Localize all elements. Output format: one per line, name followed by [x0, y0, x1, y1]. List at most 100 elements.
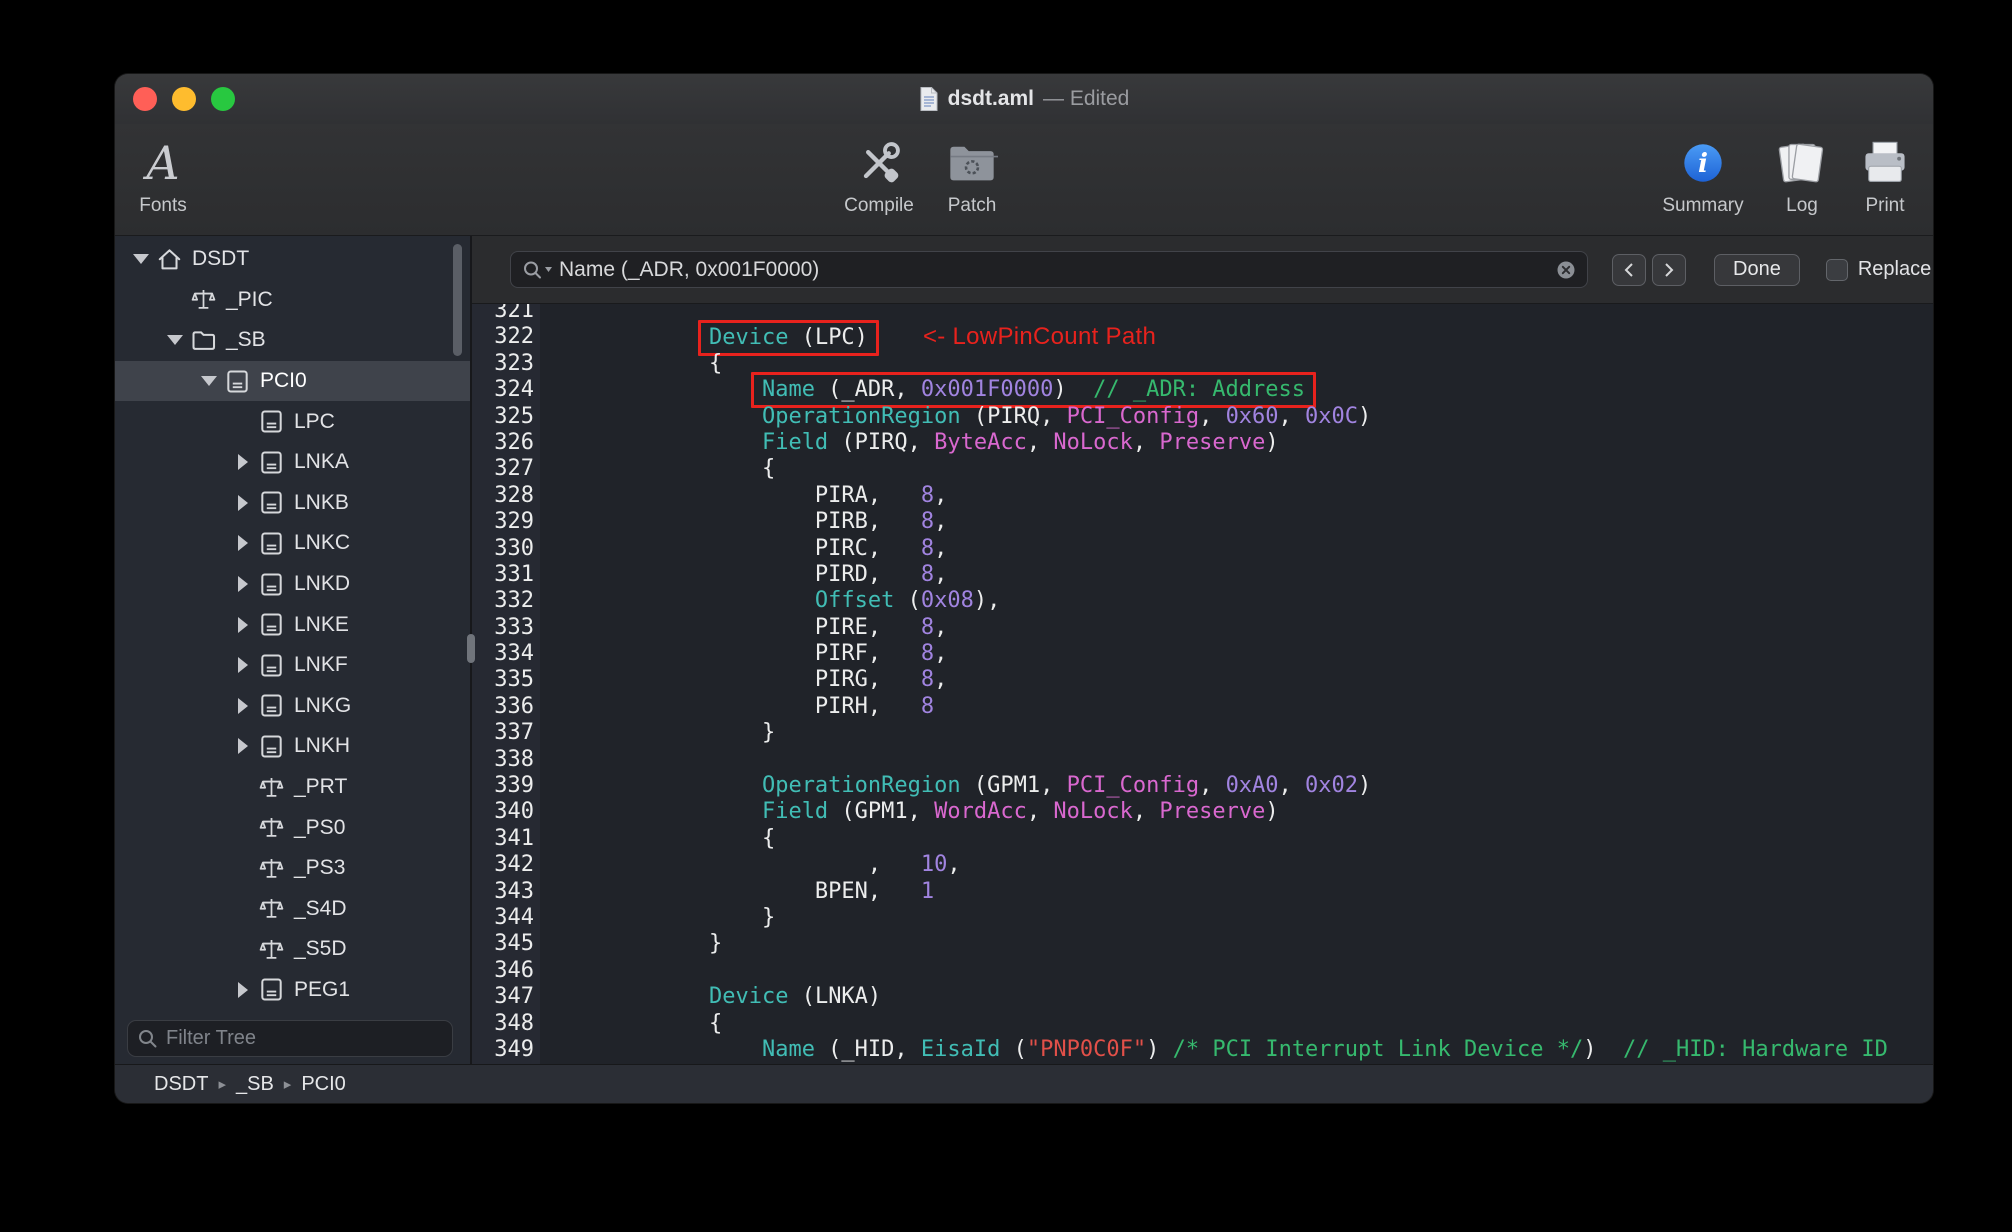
sidebar-item-sb[interactable]: _SB: [115, 320, 470, 361]
code-line-342[interactable]: , 10,: [603, 852, 1933, 878]
disclosure-closed-icon[interactable]: [231, 483, 255, 524]
line-number-gutter: 321 322 323 324 325 326 327 328 329 330 331 332 333 3…: [472, 304, 540, 1064]
code-line-348[interactable]: {: [603, 1011, 1933, 1037]
clear-search-button[interactable]: [1555, 259, 1577, 281]
filter-tree-field[interactable]: Filter Tree: [127, 1020, 453, 1057]
sidebar-item-lpc[interactable]: LPC: [115, 401, 470, 442]
find-next-button[interactable]: [1652, 253, 1686, 286]
code-line-337[interactable]: }: [603, 720, 1933, 746]
sidebar-item-peg1[interactable]: PEG1: [115, 970, 470, 1011]
summary-button[interactable]: i Summary: [1653, 132, 1753, 217]
code-line-338[interactable]: [603, 747, 1933, 773]
breadcrumb-item[interactable]: _SB: [236, 1073, 274, 1096]
code-line-328[interactable]: PIRA, 8,: [603, 483, 1933, 509]
disclosure-closed-icon[interactable]: [231, 604, 255, 645]
fonts-button[interactable]: A Fonts: [129, 132, 197, 217]
log-button[interactable]: Log: [1767, 132, 1837, 217]
zoom-button[interactable]: [211, 87, 235, 111]
patch-button[interactable]: Patch: [932, 132, 1012, 217]
sidebar-scrollbar-thumb[interactable]: [453, 244, 462, 356]
log-label: Log: [1786, 195, 1818, 216]
search-field[interactable]: Name (_ADR, 0x001F0000): [510, 251, 1588, 288]
code-token: 8: [920, 561, 935, 587]
disclosure-closed-icon[interactable]: [231, 564, 255, 605]
split-handle[interactable]: [467, 634, 475, 663]
sidebar-item-dsdt[interactable]: DSDT: [115, 239, 470, 280]
breadcrumb-item[interactable]: DSDT: [154, 1073, 208, 1096]
sidebar-item-s5d[interactable]: _S5D: [115, 929, 470, 970]
code-line-343[interactable]: BPEN, 1: [603, 879, 1933, 905]
code-token: {: [603, 456, 776, 482]
search-query[interactable]: Name (_ADR, 0x001F0000): [559, 258, 1551, 282]
code-line-326[interactable]: Field (PIRQ, ByteAcc, NoLock, Preserve): [603, 430, 1933, 456]
code-line-341[interactable]: {: [603, 826, 1933, 852]
code-area[interactable]: Device (LPC) <- LowPinCount Path { Name (…: [540, 304, 1933, 1064]
sidebar-item-ps0[interactable]: _PS0: [115, 807, 470, 848]
code-token: 8: [920, 693, 935, 719]
breadcrumb-item[interactable]: PCI0: [301, 1073, 345, 1096]
code-line-349[interactable]: Name (_HID, EisaId ("PNP0C0F") /* PCI In…: [603, 1037, 1933, 1063]
code-token: BPEN,: [603, 878, 921, 904]
code-line-322[interactable]: Device (LPC) <- LowPinCount Path: [603, 320, 1933, 357]
code-token: ): [1358, 773, 1372, 799]
code-editor[interactable]: 321 322 323 324 325 326 327 328 329 330 331 332 333 3…: [472, 304, 1933, 1064]
sidebar-item-pci0[interactable]: PCI0: [115, 360, 470, 402]
compile-button[interactable]: Compile: [829, 132, 929, 217]
code-line-324[interactable]: Name (_ADR, 0x001F0000) // _ADR: Address: [603, 372, 1933, 409]
code-token: PIRF,: [603, 641, 921, 667]
sidebar-item-label: _S4D: [294, 896, 347, 920]
disclosure-open-icon[interactable]: [197, 361, 221, 402]
code-line-336[interactable]: PIRH, 8: [603, 694, 1933, 720]
code-line-331[interactable]: PIRD, 8,: [603, 562, 1933, 588]
code-line-339[interactable]: OperationRegion (GPM1, PCI_Config, 0xA0,…: [603, 773, 1933, 799]
code-token: ): [1146, 1036, 1173, 1062]
code-line-346[interactable]: [603, 958, 1933, 984]
sidebar-item-lnka[interactable]: LNKA: [115, 442, 470, 483]
sidebar-item-lnkd[interactable]: LNKD: [115, 564, 470, 605]
disclosure-closed-icon[interactable]: [231, 726, 255, 767]
code-line-345[interactable]: }: [603, 931, 1933, 957]
code-line-347[interactable]: Device (LNKA): [603, 984, 1933, 1010]
sidebar-item-lnke[interactable]: LNKE: [115, 604, 470, 645]
disclosure-closed-icon[interactable]: [231, 523, 255, 564]
disclosure-open-icon[interactable]: [129, 239, 153, 280]
code-token: OperationRegion: [761, 403, 961, 429]
filter-tree-placeholder: Filter Tree: [166, 1027, 257, 1049]
code-line-340[interactable]: Field (GPM1, WordAcc, NoLock, Preserve): [603, 799, 1933, 825]
replace-checkbox[interactable]: [1825, 258, 1848, 281]
code-line-329[interactable]: PIRB, 8,: [603, 509, 1933, 535]
find-previous-button[interactable]: [1612, 253, 1646, 286]
code-token: Preserve: [1159, 429, 1266, 455]
code-line-330[interactable]: PIRC, 8,: [603, 536, 1933, 562]
disclosure-closed-icon[interactable]: [231, 970, 255, 1011]
code-line-344[interactable]: }: [603, 905, 1933, 931]
sidebar-item-lnkc[interactable]: LNKC: [115, 523, 470, 564]
line-number: 341: [494, 825, 534, 851]
disclosure-open-icon[interactable]: [163, 320, 187, 361]
code-line-333[interactable]: PIRE, 8,: [603, 615, 1933, 641]
code-line-332[interactable]: Offset (0x08),: [603, 588, 1933, 614]
disclosure-closed-icon[interactable]: [231, 645, 255, 686]
sidebar-item-lnkb[interactable]: LNKB: [115, 483, 470, 524]
code-line-327[interactable]: {: [603, 456, 1933, 482]
sidebar-item-lnkf[interactable]: LNKF: [115, 645, 470, 686]
sidebar-item-lnkh[interactable]: LNKH: [115, 726, 470, 767]
code-line-325[interactable]: OperationRegion (PIRQ, PCI_Config, 0x60,…: [603, 404, 1933, 430]
print-button[interactable]: Print: [1847, 132, 1923, 217]
sidebar-item-prt[interactable]: _PRT: [115, 767, 470, 808]
split-divider[interactable]: [467, 236, 475, 1064]
done-button[interactable]: Done: [1714, 253, 1800, 286]
code-token: Field: [761, 429, 829, 455]
sidebar-item-lnkg[interactable]: LNKG: [115, 686, 470, 727]
search-options-icon[interactable]: [521, 259, 555, 281]
minimize-button[interactable]: [172, 87, 196, 111]
close-button[interactable]: [133, 87, 157, 111]
sidebar-item-pic[interactable]: _PIC: [115, 280, 470, 321]
disclosure-closed-icon[interactable]: [231, 686, 255, 727]
code-line-334[interactable]: PIRF, 8,: [603, 641, 1933, 667]
sidebar-item-ps3[interactable]: _PS3: [115, 848, 470, 889]
disclosure-closed-icon[interactable]: [231, 442, 255, 483]
toolbar: A Fonts Compile Patch i Summary Log Prin…: [115, 124, 1933, 236]
code-line-335[interactable]: PIRG, 8,: [603, 667, 1933, 693]
sidebar-item-s4d[interactable]: _S4D: [115, 889, 470, 930]
